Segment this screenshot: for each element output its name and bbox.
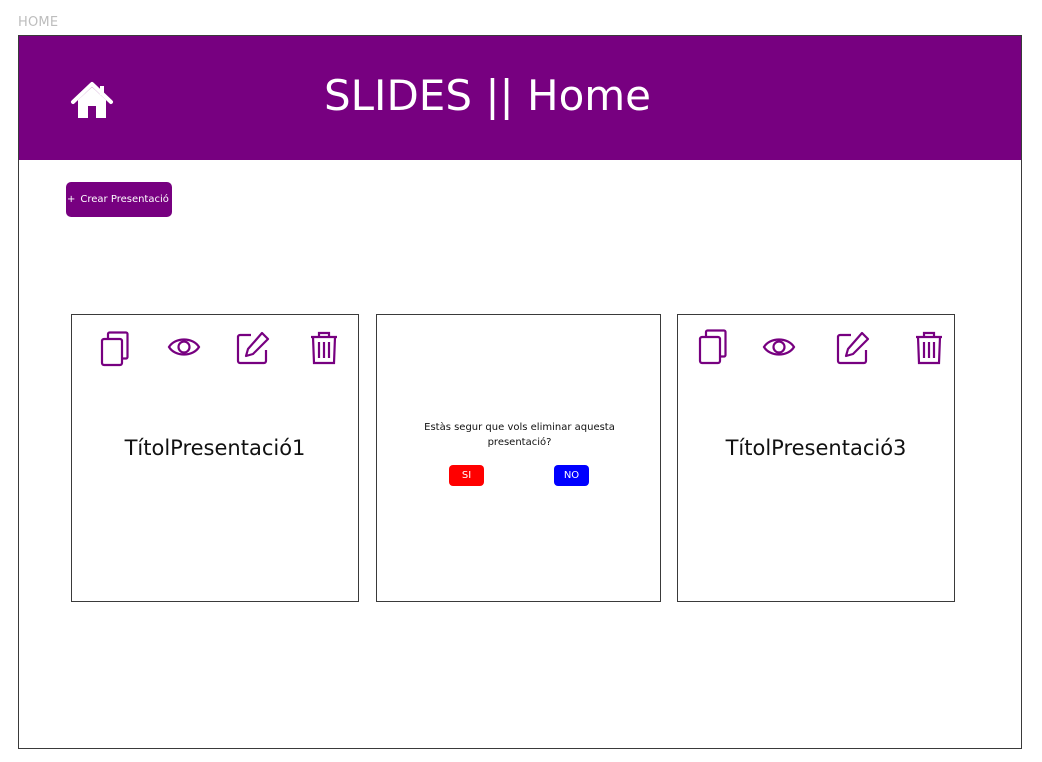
presentation-title: TítolPresentació1 [124, 436, 306, 460]
create-presentation-button[interactable]: + Crear Presentació [66, 182, 172, 217]
delete-confirmation-card: Estàs segur que vols eliminar aquesta pr… [376, 314, 661, 602]
trash-icon[interactable] [310, 331, 338, 365]
copy-icon[interactable] [698, 329, 728, 365]
presentation-title: TítolPresentació3 [725, 436, 907, 460]
page-title: SLIDES || Home [324, 71, 652, 120]
plus-icon: + [67, 194, 76, 205]
header-bar: SLIDES || Home [19, 36, 1021, 160]
edit-icon[interactable] [236, 331, 270, 365]
copy-icon[interactable] [100, 331, 130, 367]
trash-icon[interactable] [915, 331, 943, 365]
presentation-card[interactable]: TítolPresentació1 [71, 314, 359, 602]
confirm-yes-button[interactable]: SI [449, 465, 484, 486]
eye-icon[interactable] [762, 335, 796, 359]
create-presentation-label: Crear Presentació [80, 194, 169, 205]
eye-icon[interactable] [167, 335, 201, 359]
home-screen: SLIDES || Home + Crear Presentació Títol… [18, 35, 1022, 749]
confirm-no-button[interactable]: NO [554, 465, 589, 486]
edit-icon[interactable] [836, 331, 870, 365]
presentation-card[interactable]: TítolPresentació3 [677, 314, 955, 602]
frame-label: HOME [18, 15, 59, 30]
confirm-message: Estàs segur que vols eliminar aquesta pr… [424, 422, 615, 448]
home-icon[interactable] [69, 78, 115, 122]
